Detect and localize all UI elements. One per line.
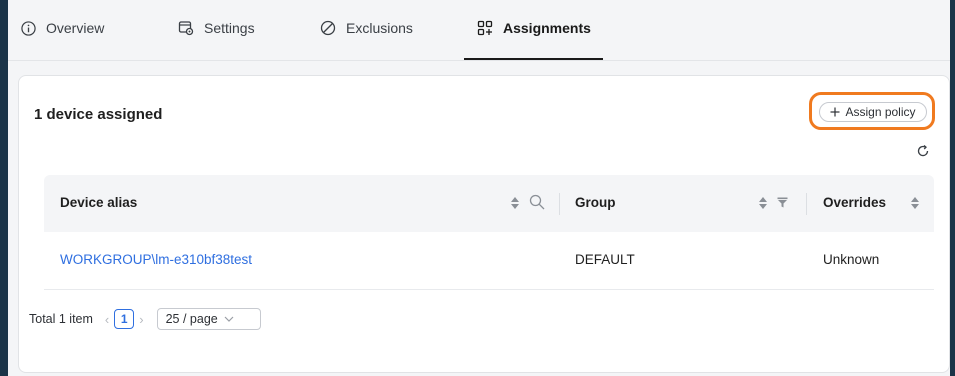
tab-assignments[interactable]: Assignments xyxy=(464,20,603,60)
tab-exclusions-label: Exclusions xyxy=(346,20,413,36)
chevron-down-icon xyxy=(224,316,234,322)
tab-bar: Overview Settings Exclusions Assignments xyxy=(8,0,950,61)
device-alias-link[interactable]: WORKGROUP\lm-e310bf38test xyxy=(60,252,252,267)
devices-table: Device alias Group Overrides WORKGROUP\l… xyxy=(44,175,934,290)
table-header: Device alias Group Overrides xyxy=(44,175,934,232)
info-icon xyxy=(20,20,36,36)
filter-icon[interactable] xyxy=(777,197,788,208)
refresh-icon[interactable] xyxy=(916,144,930,158)
card-title: 1 device assigned xyxy=(34,106,163,123)
group-cell: DEFAULT xyxy=(575,252,635,267)
next-page-icon[interactable]: › xyxy=(139,312,143,327)
tab-exclusions[interactable]: Exclusions xyxy=(320,20,413,60)
column-divider xyxy=(806,193,807,215)
tab-settings[interactable]: Settings xyxy=(178,20,255,60)
pagination: Total 1 item ‹ 1 › 25 / page xyxy=(29,307,261,331)
table-row: WORKGROUP\lm-e310bf38test DEFAULT Unknow… xyxy=(44,232,934,290)
assignments-icon xyxy=(477,20,493,36)
sort-icon[interactable] xyxy=(910,195,920,211)
plus-icon xyxy=(830,107,840,117)
search-icon[interactable] xyxy=(529,194,545,210)
col-overrides: Overrides xyxy=(823,195,887,210)
sort-icon[interactable] xyxy=(510,195,520,211)
assign-policy-label: Assign policy xyxy=(845,105,916,119)
assign-policy-highlight: Assign policy xyxy=(809,92,935,130)
overrides-cell: Unknown xyxy=(823,252,880,267)
tab-assignments-label: Assignments xyxy=(503,20,591,36)
column-divider xyxy=(559,193,560,215)
tab-overview-label: Overview xyxy=(46,20,105,36)
page-size-select[interactable]: 25 / page xyxy=(156,308,261,330)
prev-page-icon[interactable]: ‹ xyxy=(105,312,109,327)
tab-overview[interactable]: Overview xyxy=(20,20,104,60)
total-count: Total 1 item xyxy=(29,312,93,326)
policy-page: Overview Settings Exclusions Assignments… xyxy=(8,0,950,376)
col-group: Group xyxy=(575,195,616,210)
settings-icon xyxy=(178,20,194,36)
sort-icon[interactable] xyxy=(758,195,768,211)
exclusion-icon xyxy=(320,20,336,36)
assign-policy-button[interactable]: Assign policy xyxy=(819,102,927,122)
assignments-card: 1 device assigned Assign policy Device a… xyxy=(18,75,950,373)
page-size-value: 25 / page xyxy=(165,312,218,326)
col-device-alias: Device alias xyxy=(60,195,138,210)
page-1-button[interactable]: 1 xyxy=(114,309,135,329)
tab-settings-label: Settings xyxy=(204,20,255,36)
